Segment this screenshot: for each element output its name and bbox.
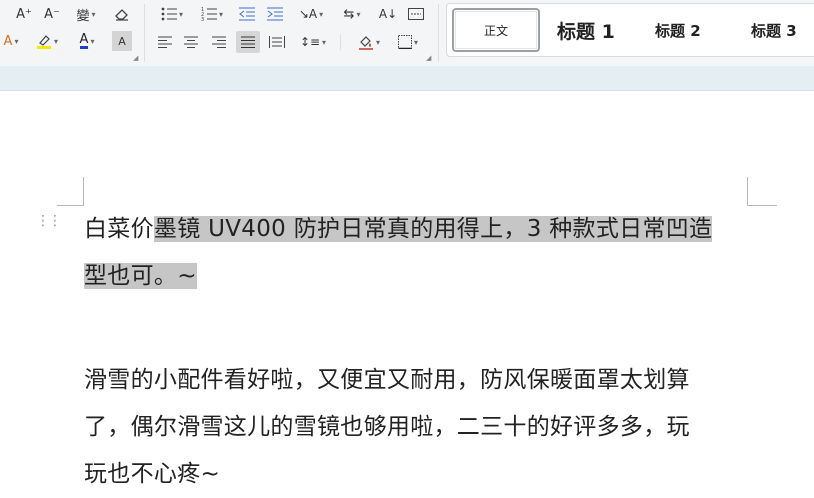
justify-button[interactable] bbox=[236, 31, 260, 53]
ribbon-bottom-strip bbox=[0, 66, 814, 91]
phonetic-guide-icon: 變 bbox=[76, 8, 90, 24]
chinese-layout-button[interactable]: ↘A ▾ bbox=[294, 3, 328, 25]
style-normal[interactable]: 正文 bbox=[452, 8, 540, 52]
crop-mark-left-vertical bbox=[83, 177, 84, 205]
chevron-down-icon: ▾ bbox=[90, 36, 95, 46]
style-heading3[interactable]: 标题 3 bbox=[751, 8, 797, 52]
group-separator bbox=[144, 4, 145, 62]
character-shading-icon: A bbox=[118, 34, 126, 48]
chevron-down-icon: ▾ bbox=[319, 9, 324, 19]
paragraph-1-unselected-text: 白菜价 bbox=[84, 216, 154, 242]
borders-button[interactable]: ▾ bbox=[392, 31, 424, 53]
font-dialog-launcher-icon[interactable]: ◢ bbox=[133, 54, 138, 62]
align-left-icon bbox=[158, 36, 172, 48]
highlighter-icon bbox=[36, 35, 51, 49]
paragraph-1-selected-text-cont: 型也可。~ bbox=[84, 263, 197, 289]
paragraph-2-line: 了，偶尔滑雪这儿的雪镜也够用啦，二三十的好评多多，玩 bbox=[84, 414, 690, 440]
text-effects-button[interactable]: A ▾ bbox=[0, 30, 22, 52]
text-effects-icon: A bbox=[3, 33, 13, 49]
paragraph-1[interactable]: 白菜价墨镜 UV400 防护日常真的用得上，3 种款式日常凹造 型也可。~ bbox=[84, 206, 754, 300]
chevron-down-icon: ▾ bbox=[91, 9, 96, 19]
style-normal-label: 正文 bbox=[455, 11, 537, 49]
chinese-layout-icon: ↘A bbox=[298, 7, 318, 21]
svg-text:3: 3 bbox=[201, 17, 204, 21]
align-left-button[interactable] bbox=[154, 31, 176, 53]
bullets-button[interactable]: ▾ bbox=[156, 3, 188, 25]
paragraph-1-line-1: 白菜价墨镜 UV400 防护日常真的用得上，3 种款式日常凹造 bbox=[84, 206, 754, 253]
crop-mark-left-horizontal bbox=[57, 205, 84, 206]
font-color-button[interactable]: A ▾ bbox=[70, 30, 104, 52]
clear-formatting-button[interactable] bbox=[110, 3, 134, 25]
paragraph-2[interactable]: 滑雪的小配件看好啦，又便宜又耐用，防风保暖面罩太划算 了，偶尔滑雪这儿的雪镜也够… bbox=[84, 357, 754, 498]
decrease-indent-icon bbox=[239, 7, 255, 21]
paragraph-2-line: 滑雪的小配件看好啦，又便宜又耐用，防风保暖面罩太划算 bbox=[84, 367, 690, 393]
align-center-button[interactable] bbox=[180, 31, 202, 53]
show-marks-button[interactable] bbox=[404, 3, 428, 25]
increase-indent-icon bbox=[267, 7, 283, 21]
bullet-list-icon bbox=[161, 7, 177, 21]
chevron-down-icon: ▾ bbox=[413, 37, 418, 47]
group-separator bbox=[438, 4, 439, 62]
paint-bucket-icon bbox=[358, 36, 373, 50]
align-right-icon bbox=[212, 36, 226, 48]
ribbon-toolbar: A⁺ A⁻ 變 ▾ A ▾ ▾ A ▾ A ◢ ▾ 1 2 3 ▾ ↘A ▾ ⇆… bbox=[0, 0, 814, 67]
paragraph-1-line-2: 型也可。~ bbox=[84, 253, 754, 300]
chevron-down-icon: ▾ bbox=[218, 9, 223, 19]
borders-icon bbox=[397, 35, 412, 49]
chevron-down-icon: ▾ bbox=[322, 37, 327, 47]
style-heading2[interactable]: 标题 2 bbox=[655, 8, 701, 52]
character-shading-button[interactable]: A bbox=[112, 31, 132, 51]
grow-font-button[interactable]: A⁺ bbox=[12, 3, 36, 25]
eraser-icon bbox=[115, 9, 128, 21]
highlight-color-button[interactable]: ▾ bbox=[30, 30, 64, 52]
paragraph-1-selected-text: 墨镜 UV400 防护日常真的用得上，3 种款式日常凹造 bbox=[153, 216, 713, 242]
line-spacing-button[interactable]: ↕≡ ▾ bbox=[296, 31, 330, 53]
justify-icon bbox=[241, 36, 255, 48]
chevron-down-icon: ▾ bbox=[356, 9, 361, 19]
text-direction-button[interactable]: ⇆ ▾ bbox=[336, 3, 368, 25]
paragraph-dialog-launcher-icon[interactable]: ◢ bbox=[426, 54, 431, 62]
line-spacing-icon: ↕≡ bbox=[299, 35, 321, 49]
show-marks-icon bbox=[408, 8, 424, 20]
font-color-icon: A bbox=[79, 32, 89, 49]
numbered-list-icon: 123 bbox=[201, 7, 217, 21]
chevron-down-icon: ▾ bbox=[178, 9, 183, 19]
align-center-icon bbox=[184, 36, 198, 48]
shrink-font-icon: A⁻ bbox=[44, 6, 60, 22]
paragraph-drag-handle-icon[interactable]: ⋮⋮ bbox=[36, 214, 62, 228]
shrink-font-button[interactable]: A⁻ bbox=[40, 3, 64, 25]
sort-icon: A↓ bbox=[378, 7, 398, 21]
chevron-down-icon: ▾ bbox=[53, 36, 58, 46]
decrease-indent-button[interactable] bbox=[236, 3, 258, 25]
crop-mark-right-vertical bbox=[747, 177, 748, 205]
chevron-down-icon: ▾ bbox=[375, 37, 380, 47]
shading-button[interactable]: ▾ bbox=[352, 31, 386, 53]
numbering-button[interactable]: 123 ▾ bbox=[196, 3, 228, 25]
styles-gallery: 正文 标题 1 标题 2 标题 3 bbox=[446, 3, 814, 57]
chevron-down-icon: ▾ bbox=[14, 36, 19, 46]
paragraph-2-line: 玩也不心疼~ bbox=[84, 461, 221, 487]
sort-button[interactable]: A↓ bbox=[376, 3, 400, 25]
swap-arrows-icon: ⇆ bbox=[343, 6, 355, 22]
align-right-button[interactable] bbox=[208, 31, 230, 53]
grow-font-icon: A⁺ bbox=[16, 6, 32, 22]
group-separator bbox=[340, 34, 341, 50]
phonetic-guide-button[interactable]: 變 ▾ bbox=[68, 3, 104, 25]
style-heading1[interactable]: 标题 1 bbox=[557, 8, 615, 52]
distributed-align-button[interactable] bbox=[266, 31, 288, 53]
increase-indent-button[interactable] bbox=[264, 3, 286, 25]
distributed-align-icon bbox=[269, 36, 285, 48]
